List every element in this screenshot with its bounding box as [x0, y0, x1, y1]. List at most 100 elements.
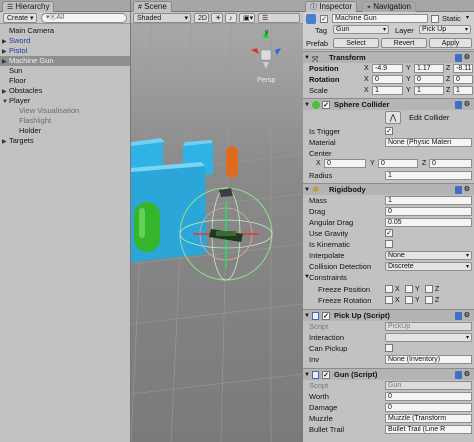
- freeze-rot-x-checkbox[interactable]: [385, 296, 393, 304]
- tab-hierarchy[interactable]: ☰ Hierarchy: [2, 1, 55, 12]
- interpolate-dropdown[interactable]: None: [385, 251, 472, 260]
- sphere-collider-header[interactable]: ▼ ✓ Sphere Collider ⚙: [303, 98, 474, 110]
- muzzle-field[interactable]: Muzzle (Transform: [385, 414, 472, 423]
- gun-script-header[interactable]: ▼ ✓ Gun (Script) ⚙: [303, 368, 474, 380]
- pos-z-label: Z: [446, 65, 451, 72]
- is-kinematic-checkbox[interactable]: [385, 240, 393, 248]
- help-book-icon[interactable]: [455, 312, 462, 320]
- drag-field[interactable]: 0: [385, 207, 472, 216]
- material-field[interactable]: None (Physic Materi: [385, 138, 472, 147]
- bullet-trail-field[interactable]: Bullet Trail (Line R: [385, 425, 472, 434]
- pos-z-field[interactable]: -8.11: [453, 64, 473, 73]
- scene-viewport[interactable]: y Persp: [131, 24, 303, 442]
- hierarchy-item[interactable]: Main Camera: [0, 26, 130, 36]
- center-y-field[interactable]: 0: [378, 159, 418, 168]
- hierarchy-item[interactable]: Flashlight: [0, 116, 130, 126]
- hierarchy-item[interactable]: ▶ Pistol: [0, 46, 130, 56]
- freeze-pos-z-checkbox[interactable]: [425, 285, 433, 293]
- rot-z-field[interactable]: 0: [453, 75, 473, 84]
- edit-collider-button[interactable]: ⋀: [385, 111, 401, 124]
- mass-label: Mass: [309, 196, 327, 205]
- expand-arrow-icon[interactable]: ▶: [2, 137, 9, 147]
- worth-field[interactable]: 0: [385, 392, 472, 401]
- create-button[interactable]: Create ▾: [3, 13, 38, 23]
- gun-enabled-checkbox[interactable]: ✓: [322, 371, 330, 379]
- angular-drag-field[interactable]: 0.05: [385, 218, 472, 227]
- pickup-script-header[interactable]: ▼ ✓ Pick Up (Script) ⚙: [303, 309, 474, 321]
- hierarchy-item[interactable]: View Visualisation: [0, 106, 130, 116]
- freeze-rot-z-checkbox[interactable]: [425, 296, 433, 304]
- prefab-select-button[interactable]: Select: [333, 38, 379, 48]
- is-trigger-checkbox[interactable]: ✓: [385, 127, 393, 135]
- lighting-toggle-button[interactable]: ☀: [211, 13, 223, 23]
- prefab-revert-button[interactable]: Revert: [381, 38, 427, 48]
- prefab-apply-button[interactable]: Apply: [429, 38, 472, 48]
- help-book-icon[interactable]: [455, 101, 462, 109]
- inv-field[interactable]: None (Inventory): [385, 355, 472, 364]
- pos-x-field[interactable]: -4.9: [372, 64, 403, 73]
- gameobject-icon: [306, 14, 316, 24]
- center-z-label: Z: [422, 160, 427, 167]
- audio-toggle-button[interactable]: ♪: [225, 13, 237, 23]
- can-pickup-checkbox[interactable]: [385, 344, 393, 352]
- shading-dropdown[interactable]: Shaded ▾: [133, 13, 191, 23]
- hierarchy-item[interactable]: Sun: [0, 66, 130, 76]
- tag-dropdown[interactable]: Gun: [333, 25, 389, 34]
- create-label: Create: [7, 15, 29, 22]
- rot-y-field[interactable]: 0: [414, 75, 444, 84]
- radius-field[interactable]: 1: [385, 171, 472, 180]
- tab-inspector[interactable]: ⓘ Inspector: [305, 1, 358, 12]
- freeze-rot-y-label: Y: [415, 297, 420, 304]
- tab-scene[interactable]: # Scene: [133, 1, 172, 12]
- hierarchy-item[interactable]: ▶ Targets: [0, 136, 130, 146]
- use-gravity-checkbox[interactable]: ✓: [385, 229, 393, 237]
- center-x-field[interactable]: 0: [324, 159, 366, 168]
- scale-y-field[interactable]: 1: [414, 86, 444, 95]
- help-book-icon[interactable]: [455, 54, 462, 62]
- hierarchy-item[interactable]: ▶ Obstacles: [0, 86, 130, 96]
- center-z-field[interactable]: 0: [429, 159, 472, 168]
- mode-2d-button[interactable]: 2D: [194, 13, 209, 23]
- scale-z-label: Z: [446, 87, 451, 94]
- pickup-enabled-checkbox[interactable]: ✓: [322, 312, 330, 320]
- gizmos-dropdown[interactable]: ☰: [258, 13, 300, 23]
- inspector-tabstrip: ⓘ Inspector ⌖ Navigation: [303, 0, 474, 12]
- hierarchy-item[interactable]: ▶ Machine Gun: [0, 56, 130, 66]
- scale-z-field[interactable]: 1: [453, 86, 473, 95]
- interaction-dropdown[interactable]: [385, 333, 472, 342]
- pos-y-field[interactable]: 1.17: [414, 64, 444, 73]
- script-icon: [312, 312, 319, 320]
- hierarchy-item[interactable]: ▼Player: [0, 96, 130, 106]
- scale-x-field[interactable]: 1: [372, 86, 403, 95]
- sphere-collider-enabled-checkbox[interactable]: ✓: [322, 101, 330, 109]
- freeze-rot-y-checkbox[interactable]: [405, 296, 413, 304]
- hierarchy-item[interactable]: ▶ Sword: [0, 36, 130, 46]
- hierarchy-item[interactable]: Floor: [0, 76, 130, 86]
- rot-x-field[interactable]: 0: [372, 75, 403, 84]
- mass-field[interactable]: 1: [385, 196, 472, 205]
- search-placeholder: ▾ⓀAll: [46, 14, 65, 21]
- layer-dropdown[interactable]: Pick Up: [419, 25, 471, 34]
- scale-x-label: X: [364, 87, 369, 94]
- freeze-pos-y-checkbox[interactable]: [405, 285, 413, 293]
- static-dropdown-icon[interactable]: ▾: [466, 14, 469, 21]
- effects-toggle-button[interactable]: ▣▾: [239, 13, 255, 23]
- hierarchy-search-input[interactable]: ▾ⓀAll: [41, 13, 127, 23]
- active-checkbox[interactable]: ✓: [320, 15, 328, 23]
- hierarchy-item-label: Flashlight: [19, 116, 52, 125]
- help-book-icon[interactable]: [455, 371, 462, 379]
- rot-y-label: Y: [406, 76, 411, 83]
- hierarchy-toolbar: Create ▾ ▾ⓀAll: [0, 12, 130, 24]
- help-book-icon[interactable]: [455, 186, 462, 194]
- static-checkbox[interactable]: [431, 15, 439, 23]
- collision-detection-dropdown[interactable]: Discrete: [385, 262, 472, 271]
- tab-navigation[interactable]: ⌖ Navigation: [362, 1, 416, 12]
- freeze-pos-x-checkbox[interactable]: [385, 285, 393, 293]
- transform-header[interactable]: ▼ ⤧ Transform ⚙: [303, 51, 474, 64]
- constraints-row[interactable]: ▼ Constraints: [303, 272, 474, 283]
- rigidbody-header[interactable]: ▼ ⚛ Rigidbody ⚙: [303, 183, 474, 195]
- hierarchy-item[interactable]: Holder: [0, 126, 130, 136]
- object-name-field[interactable]: Machine Gun: [332, 14, 428, 23]
- damage-field[interactable]: 0: [385, 403, 472, 412]
- inv-row: Inv None (Inventory): [303, 354, 474, 365]
